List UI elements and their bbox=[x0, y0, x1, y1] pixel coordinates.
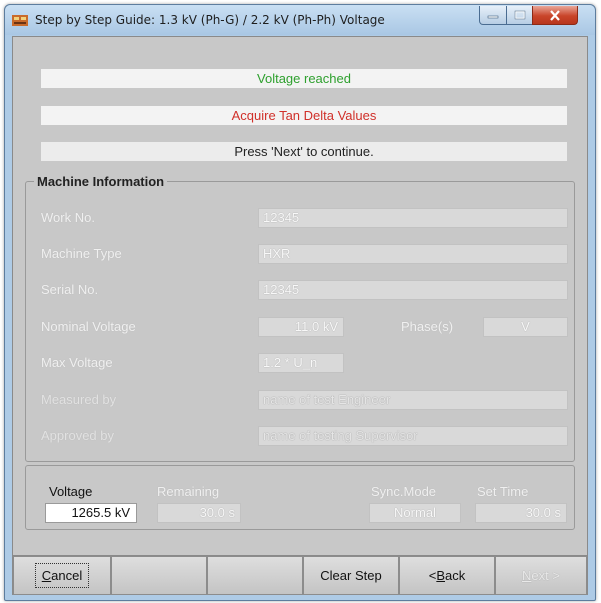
minimize-icon bbox=[487, 15, 499, 19]
nominal-voltage-label: Nominal Voltage bbox=[41, 319, 136, 334]
max-voltage-field: 1.2 * U_n bbox=[258, 353, 344, 373]
phase-field: V bbox=[483, 317, 568, 337]
machine-information-title: Machine Information bbox=[37, 174, 165, 189]
phase-label: Phase(s) bbox=[401, 319, 454, 334]
serial-no-label: Serial No. bbox=[41, 282, 99, 297]
approved-by-field: name of testing Supervisor bbox=[258, 426, 568, 446]
machine-type-label: Machine Type bbox=[41, 246, 122, 261]
next-suffix: ext > bbox=[531, 568, 560, 583]
app-icon bbox=[12, 15, 28, 26]
max-voltage-label: Max Voltage bbox=[41, 355, 113, 370]
work-no-field: 12345 bbox=[258, 208, 568, 228]
clear-step-button[interactable]: Clear Step bbox=[303, 556, 399, 595]
cancel-mnemonic: C bbox=[41, 568, 52, 583]
measured-by-field: name of test Engineer bbox=[258, 390, 568, 410]
next-button[interactable]: Next > bbox=[495, 556, 587, 595]
back-suffix: ack bbox=[445, 568, 466, 583]
cancel-button-label: Cancel bbox=[34, 563, 90, 588]
close-button[interactable] bbox=[532, 6, 578, 25]
maximize-icon bbox=[514, 10, 525, 20]
voltage-label: Voltage bbox=[49, 484, 93, 499]
action-banner: Acquire Tan Delta Values bbox=[41, 106, 567, 125]
button-bar: Cancel Clear Step < Back Next > bbox=[13, 555, 587, 595]
back-prefix: < bbox=[428, 568, 437, 583]
work-no-label: Work No. bbox=[41, 210, 95, 225]
dialog-client-area: Voltage reached Acquire Tan Delta Values… bbox=[12, 36, 588, 595]
approved-by-label: Approved by bbox=[41, 428, 114, 443]
back-mnemonic: B bbox=[436, 568, 446, 583]
measured-by-label: Measured by bbox=[41, 392, 117, 407]
back-button[interactable]: < Back bbox=[399, 556, 495, 595]
next-mnemonic: N bbox=[522, 568, 532, 583]
dialog-window: Step by Step Guide: 1.3 kV (Ph-G) / 2.2 … bbox=[4, 4, 596, 601]
instruction-banner: Press 'Next' to continue. bbox=[41, 142, 567, 161]
remaining-value: 30.0 s bbox=[157, 503, 241, 523]
sync-mode-label: Sync.Mode bbox=[371, 484, 437, 499]
set-time-value: 30.0 s bbox=[475, 503, 567, 523]
serial-no-field: 12345 bbox=[258, 280, 568, 300]
cancel-button[interactable]: Cancel bbox=[13, 556, 111, 595]
blank-button-2[interactable] bbox=[207, 556, 303, 595]
voltage-value: 1265.5 kV bbox=[45, 503, 137, 523]
minimize-button[interactable] bbox=[479, 6, 507, 25]
blank-button-1[interactable] bbox=[111, 556, 207, 595]
set-time-label: Set Time bbox=[477, 484, 529, 499]
sync-mode-value: Normal bbox=[369, 503, 461, 523]
nominal-voltage-field: 11.0 kV bbox=[258, 317, 344, 337]
maximize-button[interactable] bbox=[506, 6, 533, 25]
machine-type-field: HXR bbox=[258, 244, 568, 264]
close-icon bbox=[550, 9, 560, 21]
remaining-label: Remaining bbox=[157, 484, 220, 499]
cancel-suffix: ancel bbox=[51, 568, 83, 583]
window-title: Step by Step Guide: 1.3 kV (Ph-G) / 2.2 … bbox=[35, 13, 385, 27]
status-banner: Voltage reached bbox=[41, 69, 567, 88]
title-bar[interactable]: Step by Step Guide: 1.3 kV (Ph-G) / 2.2 … bbox=[5, 5, 595, 35]
